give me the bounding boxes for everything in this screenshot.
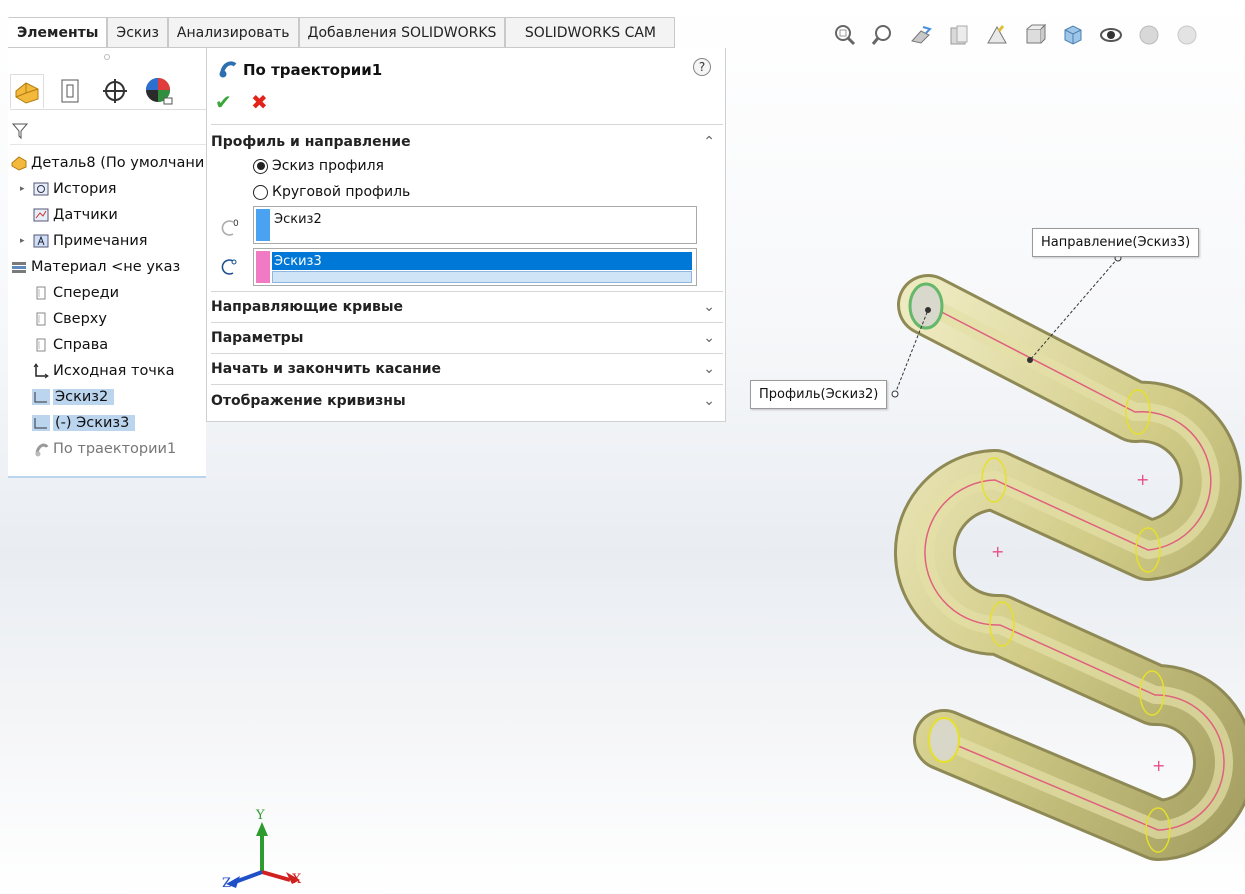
plane-icon [32,285,50,301]
heads-up-toolbar [830,20,1202,50]
tree-item-material[interactable]: Материал <не указ [8,254,206,280]
path-selection-box[interactable]: Эскиз3 [253,248,697,286]
origin-icon [32,363,50,379]
profile-selection-icon: 0 [219,216,241,242]
chevron-down-icon[interactable]: ⌄ [703,393,715,409]
chevron-up-icon[interactable]: ⌃ [703,134,715,150]
section-options[interactable]: Параметры ⌄ [211,322,723,353]
scene-icon[interactable] [1172,20,1202,50]
end-cap [928,717,960,763]
triad-y-label: Y [256,808,265,823]
coordinate-triad [226,822,300,888]
tab-features[interactable]: Элементы [8,17,108,47]
tree-item-front-plane[interactable]: Спереди [8,280,206,306]
section-tangency[interactable]: Начать и закончить касание ⌄ [211,353,723,384]
manager-tabs [10,72,206,110]
tree-rollback-bar[interactable] [8,476,206,478]
tree-item-sketch3[interactable]: (-) Эскиз3 [8,410,206,436]
command-manager-tabs: Элементы Эскиз Анализировать Добавления … [8,17,676,48]
radio-circular-profile[interactable]: Круговой профиль [253,184,410,200]
tree-item-sensors[interactable]: Датчики [8,202,206,228]
section-view-icon[interactable] [944,20,974,50]
filter-icon[interactable] [12,122,28,140]
sketch-icon [32,415,50,431]
triad-z-label: Z [222,876,232,891]
tab-evaluate[interactable]: Анализировать [167,17,299,47]
profile-selected-item[interactable]: Эскиз2 [272,210,322,228]
pm-header: По траектории1 [217,58,382,82]
direction-callout[interactable]: Направление(Эскиз3) [1032,228,1200,257]
ok-button[interactable]: ✔ [215,90,232,114]
expand-arrow-icon[interactable]: ▸ [20,236,25,246]
plane-icon [32,311,50,327]
path-selection-icon [219,255,241,281]
feature-tree: Деталь8 (По умолчани ▸ История Датчики ▸… [8,150,206,462]
help-icon[interactable]: ? [693,58,711,76]
svg-text:+: + [991,542,1004,561]
svg-text:0: 0 [233,219,239,229]
zoom-to-fit-icon[interactable] [830,20,860,50]
radio-unchecked-icon [253,184,268,200]
profile-selection-box[interactable]: Эскиз2 [253,206,697,244]
tree-item-sketch2[interactable]: Эскиз2 [8,384,206,410]
dynamic-annotation-icon[interactable] [982,20,1012,50]
tree-filter[interactable] [10,119,206,145]
tree-item-top-plane[interactable]: Сверху [8,306,206,332]
plane-icon [32,337,50,353]
cancel-button[interactable]: ✖ [251,90,268,114]
feature-manager-tab-icon[interactable] [10,73,44,108]
path-selection-empty-row[interactable] [272,271,692,283]
tab-solidworks-addins[interactable]: Добавления SOLIDWORKS [298,17,506,47]
path-color-swatch [256,251,270,283]
sketch-icon [32,389,50,405]
sweep-property-manager: По траектории1 ? ✔ ✖ Профиль и направлен… [206,48,726,422]
radio-checked-icon [253,158,268,174]
section-profile-direction[interactable]: Профиль и направление ⌃ [211,124,723,158]
feature-manager-panel: Деталь8 (По умолчани ▸ История Датчики ▸… [8,48,206,478]
tree-item-right-plane[interactable]: Справа [8,332,206,358]
view-orientation-icon[interactable] [1020,20,1050,50]
panel-grip[interactable] [104,54,110,60]
history-icon [32,181,50,197]
tree-item-annotations[interactable]: ▸ Примечания [8,228,206,254]
path-selected-item[interactable]: Эскиз3 [272,252,692,270]
tree-item-sweep[interactable]: По траектории1 [8,436,206,462]
chevron-down-icon[interactable]: ⌄ [703,299,715,315]
tree-item-origin[interactable]: Исходная точка [8,358,206,384]
annotations-icon [32,233,50,249]
sensors-icon [32,207,50,223]
chevron-down-icon[interactable]: ⌄ [703,330,715,346]
display-style-icon[interactable] [1058,20,1088,50]
chevron-down-icon[interactable]: ⌄ [703,361,715,377]
svg-text:+: + [1136,470,1149,489]
sweep-icon [217,58,237,82]
tree-item-history[interactable]: ▸ История [8,176,206,202]
previous-view-icon[interactable] [906,20,936,50]
appearance-icon[interactable] [1134,20,1164,50]
tab-sketch[interactable]: Эскиз [107,17,168,47]
section-guide-curves[interactable]: Направляющие кривые ⌄ [211,291,723,322]
expand-arrow-icon[interactable]: ▸ [20,184,25,194]
svg-text:+: + [1152,756,1165,775]
tab-solidworks-cam[interactable]: SOLIDWORKS CAM [505,17,676,47]
zoom-area-icon[interactable] [868,20,898,50]
radio-sketch-profile[interactable]: Эскиз профиля [253,158,384,174]
pm-title: По траектории1 [243,61,383,79]
configuration-manager-tab-icon[interactable] [98,74,132,108]
tree-root-part[interactable]: Деталь8 (По умолчани [8,150,206,176]
section-curvature-display[interactable]: Отображение кривизны ⌄ [211,384,723,416]
property-manager-tab-icon[interactable] [54,74,88,108]
material-icon [10,259,28,275]
hide-show-icon[interactable] [1096,20,1126,50]
profile-color-swatch [256,209,270,241]
profile-callout[interactable]: Профиль(Эскиз2) [750,380,888,409]
display-manager-tab-icon[interactable] [142,74,176,108]
part-icon [10,155,28,171]
triad-x-label: X [292,872,302,887]
sweep-icon [32,441,50,457]
profile-circle [908,282,944,330]
